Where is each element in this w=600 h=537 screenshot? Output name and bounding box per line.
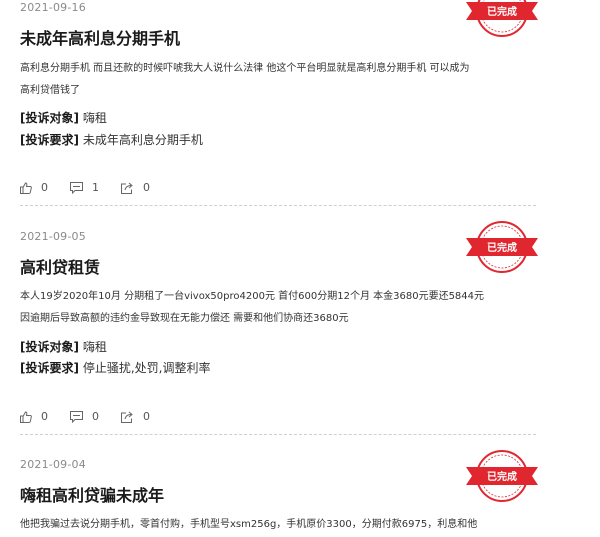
post-body-line: 高利贷借钱了 xyxy=(20,85,80,96)
thumbs-up-icon xyxy=(20,410,32,423)
post-title[interactable]: 嗨租高利贷骗未成年 xyxy=(20,482,164,506)
target-value[interactable]: 嗨租 xyxy=(83,340,107,354)
target-label: [投诉对象] xyxy=(20,111,79,125)
post-body-line: 他把我骗过去说分期手机，零首付购，手机型号xsm256g，手机原价3300，分期… xyxy=(20,519,478,530)
complaint-target: [投诉对象] 嗨租 xyxy=(20,336,107,358)
target-label: [投诉对象] xyxy=(20,340,79,354)
share-icon xyxy=(121,182,133,194)
post-title[interactable]: 未成年高利息分期手机 xyxy=(20,25,180,49)
post-date: 2021-09-16 xyxy=(20,1,86,14)
demand-value: 未成年高利息分期手机 xyxy=(82,133,203,147)
comment-icon xyxy=(70,410,83,423)
share-count: 0 xyxy=(143,410,150,423)
completed-stamp-icon: 已完成 xyxy=(466,450,538,502)
stamp-label: 已完成 xyxy=(487,470,517,483)
stamp-label: 已完成 xyxy=(487,5,517,18)
comment-button[interactable]: 1 xyxy=(70,181,99,194)
comment-button[interactable]: 0 xyxy=(70,410,99,423)
share-count: 0 xyxy=(143,181,150,194)
post-body-line: 本人19岁2020年10月 分期租了一台vivox50pro4200元 首付60… xyxy=(20,291,485,302)
post-actions: 0 1 0 xyxy=(20,181,172,194)
comment-count: 0 xyxy=(92,410,99,423)
post-divider xyxy=(20,205,536,206)
post-date: 2021-09-04 xyxy=(20,458,86,471)
demand-label: [投诉要求] xyxy=(20,361,79,375)
thumbs-up-icon xyxy=(20,181,32,194)
comment-count: 1 xyxy=(92,181,99,194)
post-body: 他把我骗过去说分期手机，零首付购，手机型号xsm256g，手机原价3300，分期… xyxy=(20,514,540,536)
complaint-demand: [投诉要求] 停止骚扰,处罚,调整利率 xyxy=(20,357,210,379)
like-count: 0 xyxy=(41,410,48,423)
target-value[interactable]: 嗨租 xyxy=(83,111,107,125)
like-button[interactable]: 0 xyxy=(20,410,48,423)
completed-stamp-icon: 已完成 xyxy=(466,0,538,37)
post-divider xyxy=(20,434,536,435)
post-body-line: 因逾期后导致高额的违约金导致现在无能力偿还 需要和他们协商还3680元 xyxy=(20,313,349,324)
post-body: 本人19岁2020年10月 分期租了一台vivox50pro4200元 首付60… xyxy=(20,286,540,330)
share-button[interactable]: 0 xyxy=(121,410,150,423)
stamp-label: 已完成 xyxy=(487,241,517,254)
demand-label: [投诉要求] xyxy=(20,133,79,147)
share-button[interactable]: 0 xyxy=(121,181,150,194)
comment-icon xyxy=(70,181,83,194)
complaint-target: [投诉对象] 嗨租 xyxy=(20,107,107,129)
post-date: 2021-09-05 xyxy=(20,230,86,243)
completed-stamp-icon: 已完成 xyxy=(466,221,538,273)
post-body: 高利息分期手机 而且还款的时候吓唬我大人说什么法律 他这个平台明显就是高利息分期… xyxy=(20,58,540,102)
post-actions: 0 0 0 xyxy=(20,410,172,423)
complaint-demand: [投诉要求] 未成年高利息分期手机 xyxy=(20,129,203,151)
post-body-line: 高利息分期手机 而且还款的时候吓唬我大人说什么法律 他这个平台明显就是高利息分期… xyxy=(20,63,470,74)
share-icon xyxy=(121,411,133,423)
post-title[interactable]: 高利贷租赁 xyxy=(20,254,100,278)
like-count: 0 xyxy=(41,181,48,194)
demand-value: 停止骚扰,处罚,调整利率 xyxy=(82,361,211,375)
like-button[interactable]: 0 xyxy=(20,181,48,194)
